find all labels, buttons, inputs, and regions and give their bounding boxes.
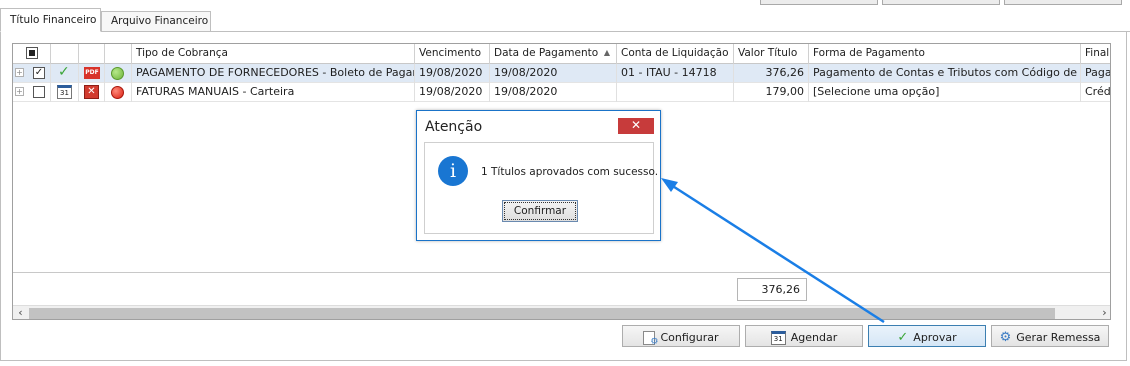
status-red-icon (111, 86, 124, 99)
cell-tipo-cobranca: FATURAS MANUAIS - Carteira (132, 83, 415, 102)
tab-titulo-financeiro[interactable]: Título Financeiro (0, 8, 101, 32)
status-green-icon (111, 67, 124, 80)
cell-valor-titulo: 179,00 (734, 83, 809, 102)
column-header-conta-liquidacao[interactable]: Conta de Liquidação (617, 44, 734, 64)
dialog-message: 1 Títulos aprovados com sucesso. (481, 166, 659, 178)
column-header-data-pagamento[interactable]: Data de Pagamento ▲ (490, 44, 617, 64)
column-header-valor-titulo[interactable]: Valor Título (734, 44, 809, 64)
status-cell (105, 83, 132, 102)
approved-check-icon: ✓ (58, 64, 70, 80)
scroll-right-icon[interactable]: › (1097, 306, 1110, 319)
scrollbar-thumb[interactable] (29, 308, 1055, 319)
grid-footer-divider (13, 272, 1110, 273)
table-row[interactable]: + 31 ✕ FATURAS MANUAIS - Carteira 19/08/… (13, 83, 1110, 102)
config-document-icon: ⚙ (643, 330, 658, 347)
cell-valor-titulo: 376,26 (734, 64, 809, 83)
gerar-remessa-label: Gerar Remessa (1016, 331, 1101, 344)
tab-strip: Título Financeiro Arquivo Financeiro (0, 8, 1130, 32)
select-all-checkbox[interactable] (26, 47, 38, 59)
cell-finalidade: Crédi (1081, 83, 1110, 102)
gears-icon: ⚙ (999, 330, 1012, 345)
cell-forma-pagamento: [Selecione uma opção] (809, 83, 1081, 102)
toolbar-button-stub[interactable] (1004, 0, 1122, 5)
cell-data-pagamento: 19/08/2020 (490, 64, 617, 83)
pdf-cell[interactable]: PDF (79, 64, 105, 83)
grid-header: Tipo de Cobrança Vencimento Data de Paga… (13, 44, 1110, 64)
aprovar-label: Aprovar (913, 331, 957, 344)
horizontal-scrollbar[interactable]: ‹ › (13, 305, 1110, 319)
calendar-icon[interactable]: 31 (57, 85, 72, 99)
check-icon: ✓ (897, 330, 909, 345)
row-select-cell[interactable]: + (13, 83, 51, 102)
header-icon-cell (79, 44, 105, 64)
pdf-icon[interactable]: PDF (84, 67, 100, 79)
agendar-label: Agendar (790, 331, 838, 344)
info-icon: i (438, 156, 468, 186)
cell-conta-liquidacao: 01 - ITAU - 14718 (617, 64, 734, 83)
sort-ascending-icon: ▲ (603, 48, 610, 57)
cell-finalidade: Paga (1081, 64, 1110, 83)
configurar-button[interactable]: ⚙ Configurar (622, 325, 740, 347)
header-select-all-cell[interactable] (13, 44, 51, 64)
aprovar-button[interactable]: ✓ Aprovar (868, 325, 986, 347)
column-header-label: Data de Pagamento (494, 47, 599, 59)
row-checkbox[interactable]: ✓ (33, 67, 45, 79)
cell-tipo-cobranca: PAGAMENTO DE FORNECEDORES - Boleto de Pa… (132, 64, 415, 83)
status-cell (105, 64, 132, 83)
cell-vencimento: 19/08/2020 (415, 83, 490, 102)
header-icon-cell (105, 44, 132, 64)
header-icon-cell (51, 44, 79, 64)
dialog-title: Atenção (425, 119, 483, 135)
attention-dialog: Atenção ✕ i 1 Títulos aprovados com suce… (416, 110, 661, 241)
dialog-body: i 1 Títulos aprovados com sucesso. Confi… (424, 142, 658, 234)
tab-arquivo-financeiro[interactable]: Arquivo Financeiro (101, 11, 211, 32)
configurar-label: Configurar (660, 331, 719, 344)
cell-data-pagamento: 19/08/2020 (490, 83, 617, 102)
table-row[interactable]: + ✓ ✓ PDF PAGAMENTO DE FORNECEDORES - Bo… (13, 64, 1110, 83)
cell-forma-pagamento: Pagamento de Contas e Tributos com Códig… (809, 64, 1081, 83)
reject-cell[interactable]: ✕ (79, 83, 105, 102)
close-icon[interactable]: ✕ (618, 118, 654, 134)
expand-icon[interactable]: + (15, 87, 24, 96)
column-header-tipo-cobranca[interactable]: Tipo de Cobrança (132, 44, 415, 64)
approved-status-cell: ✓ (51, 64, 79, 83)
cell-conta-liquidacao (617, 83, 734, 102)
row-select-cell[interactable]: + ✓ (13, 64, 51, 83)
scroll-left-icon[interactable]: ‹ (13, 306, 28, 319)
calendar-icon: 31 (770, 330, 786, 345)
toolbar-button-stub[interactable] (760, 0, 878, 5)
gerar-remessa-button[interactable]: ⚙ Gerar Remessa (991, 325, 1109, 347)
column-header-finalidade[interactable]: Finali (1081, 44, 1110, 64)
schedule-cell[interactable]: 31 (51, 83, 79, 102)
agendar-button[interactable]: 31 Agendar (745, 325, 863, 347)
column-header-vencimento[interactable]: Vencimento (415, 44, 490, 64)
row-checkbox[interactable] (33, 86, 45, 98)
confirmar-button[interactable]: Confirmar (502, 200, 578, 222)
total-valor-titulo: 376,26 (737, 278, 807, 301)
toolbar-button-stub[interactable] (882, 0, 1000, 5)
column-header-forma-pagamento[interactable]: Forma de Pagamento (809, 44, 1081, 64)
reject-x-icon[interactable]: ✕ (84, 85, 99, 99)
expand-icon[interactable]: + (15, 68, 24, 77)
cell-vencimento: 19/08/2020 (415, 64, 490, 83)
